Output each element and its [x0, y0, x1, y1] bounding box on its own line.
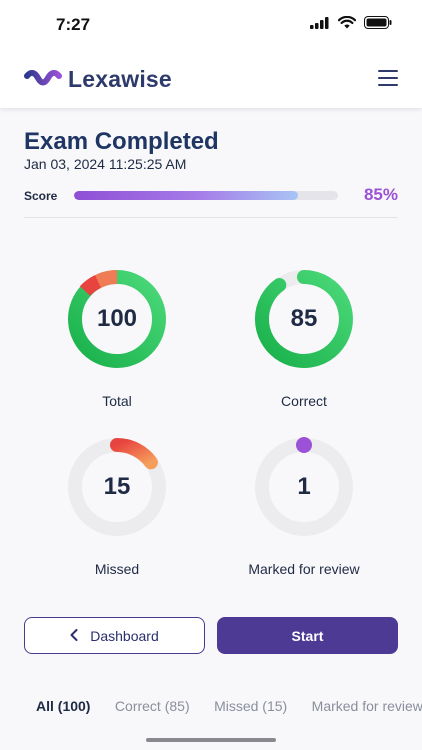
stat-correct: 85 Correct — [209, 267, 399, 409]
filter-tabs: All (100) Correct (85) Missed (15) Marke… — [36, 698, 422, 720]
review-ring: 1 — [252, 435, 356, 539]
status-time: 7:27 — [56, 15, 91, 34]
correct-label: Correct — [281, 393, 327, 409]
page-title: Exam Completed — [24, 128, 219, 155]
app-name: Lexawise — [68, 66, 172, 92]
correct-value: 85 — [290, 305, 318, 332]
stat-marked-for-review: 1 Marked for review — [209, 435, 399, 577]
exam-date: Jan 03, 2024 11:25:25 AM — [24, 156, 187, 172]
status-icons — [310, 16, 392, 29]
cellular-signal-icon — [310, 16, 329, 29]
tab-missed[interactable]: Missed (15) — [214, 698, 287, 714]
app-header: Lexawise — [0, 52, 422, 108]
start-button[interactable]: Start — [217, 617, 398, 654]
score-progress-fill — [74, 191, 299, 200]
hamburger-menu-icon[interactable] — [378, 70, 398, 86]
review-label: Marked for review — [248, 561, 360, 577]
divider — [24, 217, 398, 218]
missed-value: 15 — [103, 473, 131, 500]
missed-ring: 15 — [65, 435, 169, 539]
home-indicator — [146, 738, 276, 742]
total-label: Total — [102, 393, 132, 409]
battery-icon — [364, 16, 392, 29]
total-ring: 100 — [65, 267, 169, 371]
tab-correct[interactable]: Correct (85) — [115, 698, 190, 714]
status-bar: 7:27 — [0, 0, 422, 52]
score-label: Score — [24, 189, 58, 203]
review-value: 1 — [297, 473, 311, 500]
score-percent: 85% — [363, 185, 398, 204]
correct-ring: 85 — [252, 267, 356, 371]
stat-total: 100 Total — [22, 267, 212, 409]
chevron-left-icon — [70, 628, 78, 644]
score-progress-bar — [74, 191, 338, 200]
missed-label: Missed — [94, 561, 140, 577]
tab-marked-for-review[interactable]: Marked for review (1) — [312, 698, 422, 714]
logo[interactable]: Lexawise — [24, 66, 172, 93]
stat-missed: 15 Missed — [22, 435, 212, 577]
lexawise-logo-icon — [24, 69, 62, 85]
dashboard-button-label: Dashboard — [90, 627, 159, 644]
total-value: 100 — [96, 305, 138, 332]
dashboard-button[interactable]: Dashboard — [24, 617, 205, 654]
wifi-icon — [338, 16, 356, 29]
start-button-label: Start — [291, 627, 324, 644]
tab-all[interactable]: All (100) — [36, 698, 90, 714]
